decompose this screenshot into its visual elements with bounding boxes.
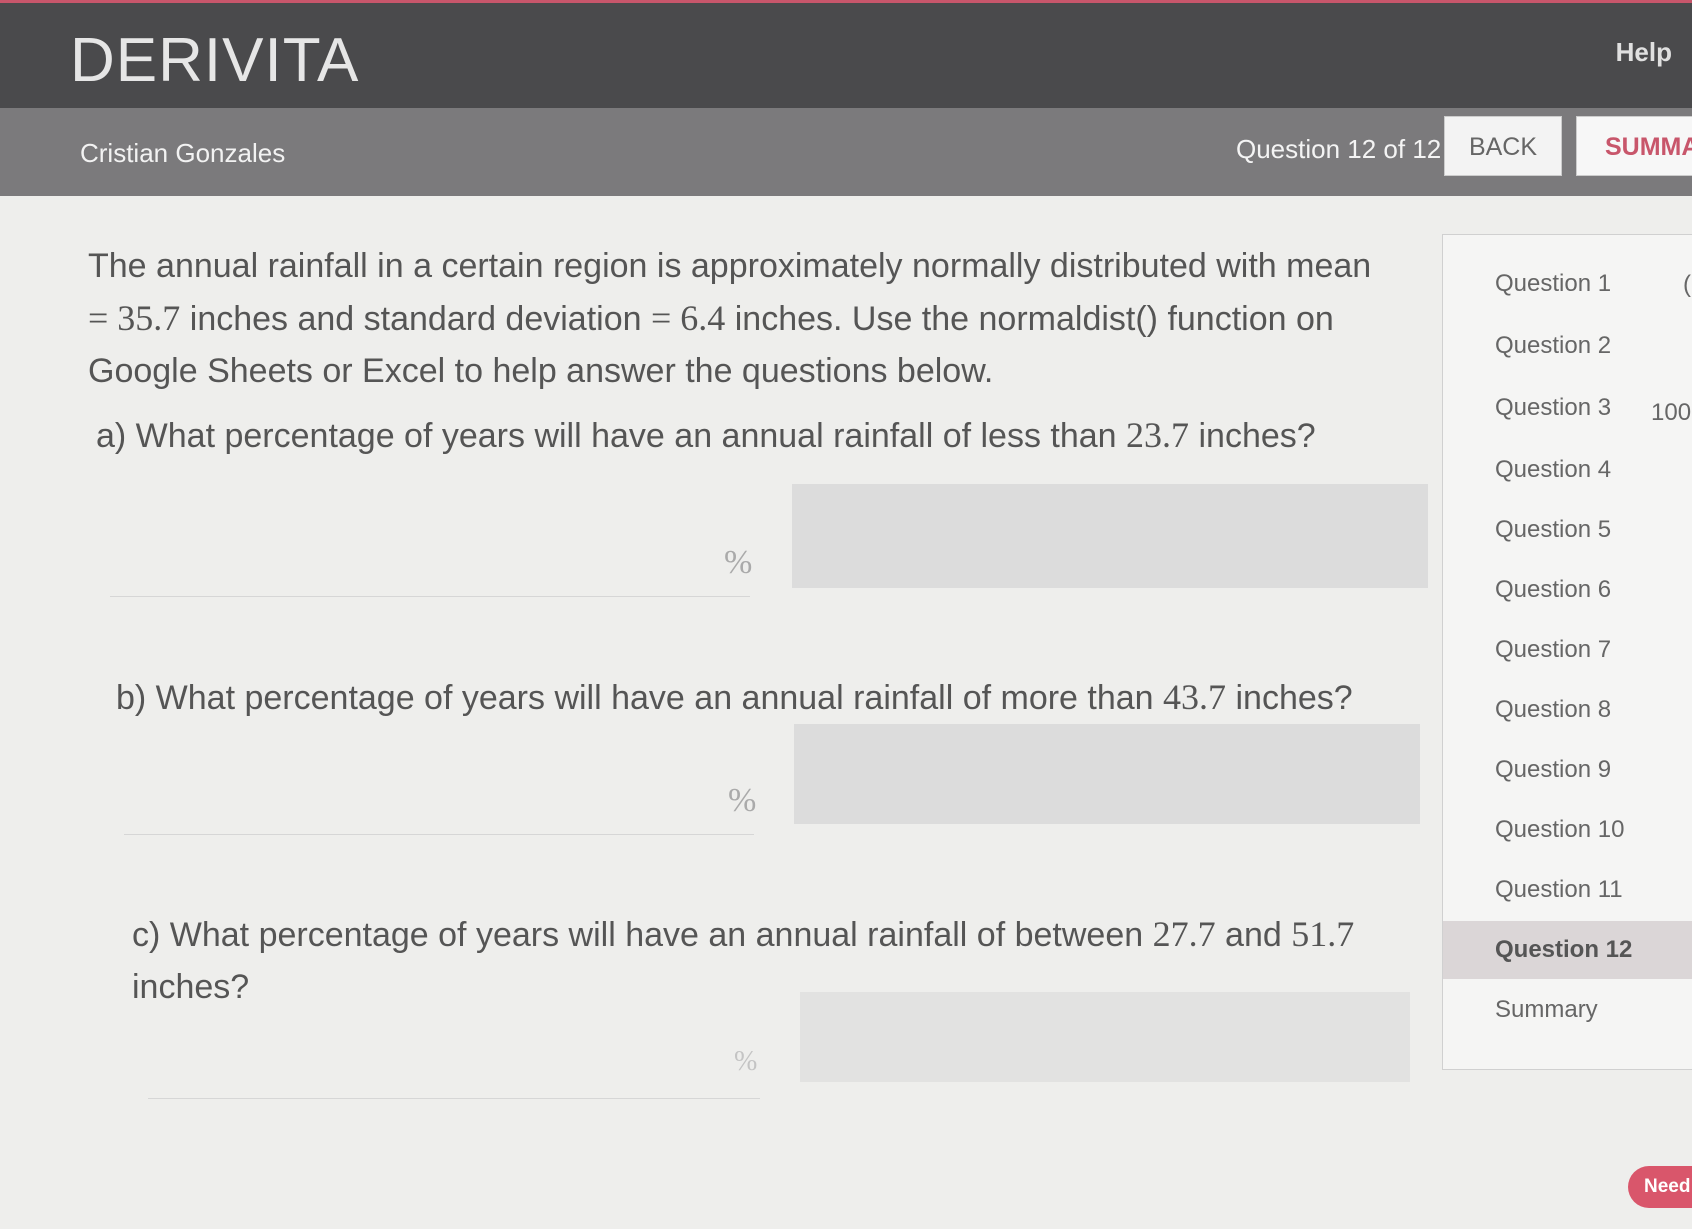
stem-sd-value: = 6.4 — [650, 298, 726, 338]
sidebar-item-question-1[interactable]: Question 1 — [1443, 255, 1692, 313]
score-fragment-2: 100 — [1651, 399, 1692, 426]
answer-a-input[interactable] — [110, 596, 750, 597]
question-c-text: c) What percentage of years will have an… — [132, 916, 1153, 954]
derivita-logo[interactable]: DERIVITA — [70, 25, 359, 96]
sidebar-item-question-6[interactable]: Question 6 — [1443, 561, 1692, 619]
summary-button[interactable]: SUMMA — [1576, 116, 1692, 176]
question-b-value: 43.7 — [1163, 677, 1227, 717]
need-help-button[interactable]: Need — [1628, 1166, 1692, 1208]
sidebar-item-question-12[interactable]: Question 12 — [1443, 921, 1692, 979]
stem-mean-value: = 35.7 — [88, 298, 181, 338]
answer-b-unit: % — [728, 782, 757, 819]
sidebar-item-question-5[interactable]: Question 5 — [1443, 501, 1692, 559]
score-fragment-1: ( — [1683, 271, 1691, 298]
question-a-value: 23.7 — [1126, 415, 1190, 455]
sidebar-item-question-9[interactable]: Question 9 — [1443, 741, 1692, 799]
stem-text-2: inches and standard deviation — [180, 300, 651, 338]
sidebar-item-question-11[interactable]: Question 11 — [1443, 861, 1692, 919]
answer-c-input[interactable] — [148, 1098, 760, 1099]
question-c-value: 27.7 — [1152, 914, 1216, 954]
question-a: a) What percentage of years will have an… — [96, 414, 1316, 456]
question-b-suffix: inches? — [1226, 679, 1353, 717]
stem-text-4: Google Sheets or Excel to help answer th… — [88, 352, 994, 390]
sidebar-item-question-2[interactable]: Question 2 — [1443, 317, 1692, 375]
answer-b-feedback-box — [794, 724, 1420, 824]
question-a-suffix: inches? — [1189, 417, 1316, 455]
sidebar-item-question-4[interactable]: Question 4 — [1443, 441, 1692, 499]
question-b-text: b) What percentage of years will have an… — [116, 679, 1164, 717]
answer-c-unit: % — [734, 1046, 758, 1077]
sub-header: Cristian Gonzales Question 12 of 12 BACK… — [0, 108, 1692, 196]
question-b: b) What percentage of years will have an… — [116, 676, 1353, 718]
stem-text-1: The annual rainfall in a certain region … — [88, 247, 1372, 285]
top-bar: DERIVITA Help — [0, 0, 1692, 108]
question-a-text: a) What percentage of years will have an… — [96, 417, 1127, 455]
question-c-mid: and — [1215, 916, 1292, 954]
answer-b-input[interactable] — [124, 834, 754, 835]
user-name: Cristian Gonzales — [80, 138, 286, 168]
problem-content: The annual rainfall in a certain region … — [88, 240, 1428, 397]
sidebar-item-question-10[interactable]: Question 10 — [1443, 801, 1692, 859]
back-button[interactable]: BACK — [1444, 116, 1562, 176]
sidebar-item-summary[interactable]: Summary — [1443, 981, 1692, 1039]
help-link[interactable]: Help — [1616, 37, 1672, 68]
answer-c-feedback-box — [800, 992, 1410, 1082]
answer-a-unit: % — [724, 544, 753, 581]
question-counter: Question 12 of 12 — [1236, 134, 1442, 164]
question-nav-sidebar: Question 1 Question 2 Question 3 Questio… — [1442, 234, 1692, 1070]
question-c-suffix: inches? — [132, 968, 250, 1006]
question-c-value2: 51.7 — [1291, 914, 1355, 954]
stem-text-3: inches. Use the normaldist() function on — [725, 300, 1334, 338]
sidebar-item-question-8[interactable]: Question 8 — [1443, 681, 1692, 739]
problem-stem: The annual rainfall in a certain region … — [88, 240, 1428, 397]
sidebar-item-question-7[interactable]: Question 7 — [1443, 621, 1692, 679]
answer-a-feedback-box — [792, 484, 1428, 588]
